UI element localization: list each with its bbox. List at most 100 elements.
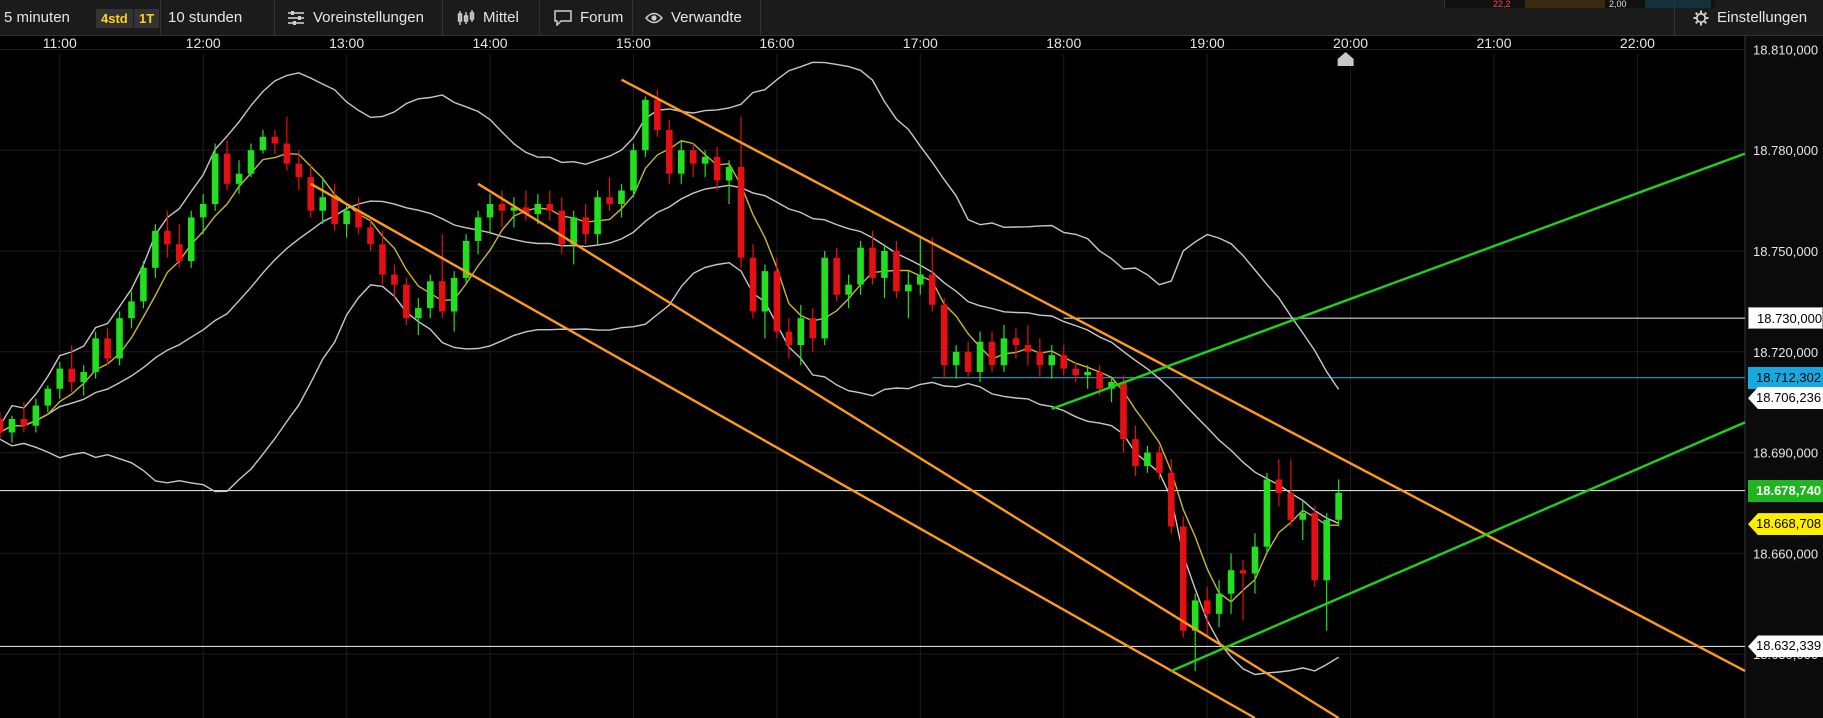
candle-body	[1036, 351, 1044, 366]
y-tick-label: 18.720,000	[1753, 345, 1818, 360]
x-tick-label: 12:00	[186, 36, 221, 51]
candle-body	[307, 177, 315, 211]
candle-body	[809, 318, 817, 339]
candle-body	[1299, 513, 1307, 520]
y-tick-label: 18.690,000	[1753, 446, 1818, 461]
candle-body	[534, 203, 542, 215]
x-tick-label: 18:00	[1046, 36, 1081, 51]
candle-body	[1060, 355, 1068, 369]
x-tick-label: 21:00	[1476, 36, 1511, 51]
y-tick-label: 18.780,000	[1753, 143, 1818, 158]
candle-body	[654, 99, 661, 131]
candle-body	[749, 257, 757, 312]
candle-body	[1000, 338, 1008, 366]
sliders-icon	[288, 11, 304, 26]
candle-body	[20, 418, 28, 426]
candle-body	[1335, 492, 1342, 520]
candle-body	[558, 210, 566, 245]
speech-bubble-icon	[554, 10, 572, 27]
y-tick-label: 18.660,000	[1753, 546, 1818, 561]
candle-body	[917, 274, 924, 285]
presets-button[interactable]: Voreinstellungen	[274, 0, 442, 36]
candle-body	[0, 418, 4, 433]
gear-icon	[1693, 10, 1709, 26]
candle-body	[964, 351, 972, 372]
candle-body	[259, 136, 267, 151]
candle-body	[666, 130, 673, 174]
candle-body	[1263, 479, 1271, 547]
settings-button[interactable]: Einstellungen	[1674, 0, 1823, 36]
interval-select[interactable]: 5 minuten	[0, 0, 96, 36]
price-tag: 18.632,339	[1748, 635, 1823, 658]
candle-body	[199, 203, 207, 218]
price-tag: 18.730,000	[1748, 307, 1823, 330]
candle-body	[271, 136, 279, 144]
candle-body	[486, 203, 494, 218]
candle-body	[893, 251, 900, 292]
candle-body	[1275, 479, 1283, 493]
candle-body	[438, 281, 446, 312]
candle-body	[283, 143, 291, 164]
candle-body	[952, 351, 960, 366]
candle-body	[1215, 593, 1223, 614]
x-tick-label: 22:00	[1620, 36, 1655, 51]
candle-body	[104, 338, 111, 359]
related-label: Verwandte	[671, 9, 742, 26]
candle-body	[1179, 526, 1187, 631]
x-tick-label: 14:00	[473, 36, 508, 51]
candle-body	[594, 197, 601, 235]
candle-body	[701, 156, 709, 164]
indicators-button[interactable]: Mittel	[442, 0, 539, 36]
x-tick-label: 17:00	[903, 36, 938, 51]
indicators-label: Mittel	[483, 9, 519, 26]
candle-body	[1132, 439, 1139, 467]
x-tick-label: 20:00	[1333, 36, 1368, 51]
forum-button[interactable]: Forum	[539, 0, 632, 36]
candle-body	[1323, 519, 1330, 581]
candle-body	[498, 203, 506, 211]
candle-body	[737, 167, 745, 258]
candle-body	[295, 163, 303, 178]
related-button[interactable]: Verwandte	[632, 0, 760, 36]
candle-body	[570, 217, 577, 245]
x-tick-label: 19:00	[1190, 36, 1225, 51]
candle-body	[223, 153, 231, 184]
candle-body	[331, 197, 338, 225]
candle-body	[1239, 570, 1247, 574]
candle-body	[92, 338, 99, 372]
candle-body	[235, 173, 243, 184]
candle-body	[1048, 355, 1056, 366]
candle-body	[833, 257, 840, 295]
candle-body	[606, 197, 613, 204]
candle-body	[1203, 600, 1211, 614]
candle-body	[905, 284, 912, 292]
candle-body	[1072, 368, 1079, 376]
candle-body	[391, 274, 398, 285]
price-tag: 18.668,708	[1748, 513, 1823, 536]
range-chip-4std[interactable]: 4std	[96, 9, 133, 28]
range-select[interactable]: 10 stunden	[160, 0, 274, 36]
range-chip-1t[interactable]: 1T	[134, 9, 160, 28]
range-label: 10 stunden	[168, 9, 243, 26]
candle-body	[426, 281, 434, 309]
candle-body	[1287, 492, 1295, 520]
candle-body	[773, 271, 781, 332]
candle-body	[881, 251, 888, 278]
candle-body	[8, 418, 16, 433]
candle-body	[928, 274, 936, 305]
candle-body	[725, 167, 733, 181]
candle-body	[1120, 382, 1127, 440]
price-chart[interactable]: 11:00 12:00 13:00 14:00 15:00 16:00 17:00 18:00…	[0, 36, 1823, 718]
candle-body	[857, 247, 864, 285]
candle-body	[56, 368, 64, 389]
candle-body	[116, 318, 123, 359]
candle-body	[642, 99, 649, 151]
candle-body	[415, 308, 422, 319]
candle-body	[44, 388, 52, 406]
candle-body	[164, 230, 171, 245]
price-tag: 18.678,740	[1748, 479, 1823, 502]
candle-body	[797, 318, 805, 346]
candle-body	[713, 156, 721, 181]
price-tag: 18.712,302	[1748, 366, 1823, 389]
candle-body	[940, 304, 948, 366]
